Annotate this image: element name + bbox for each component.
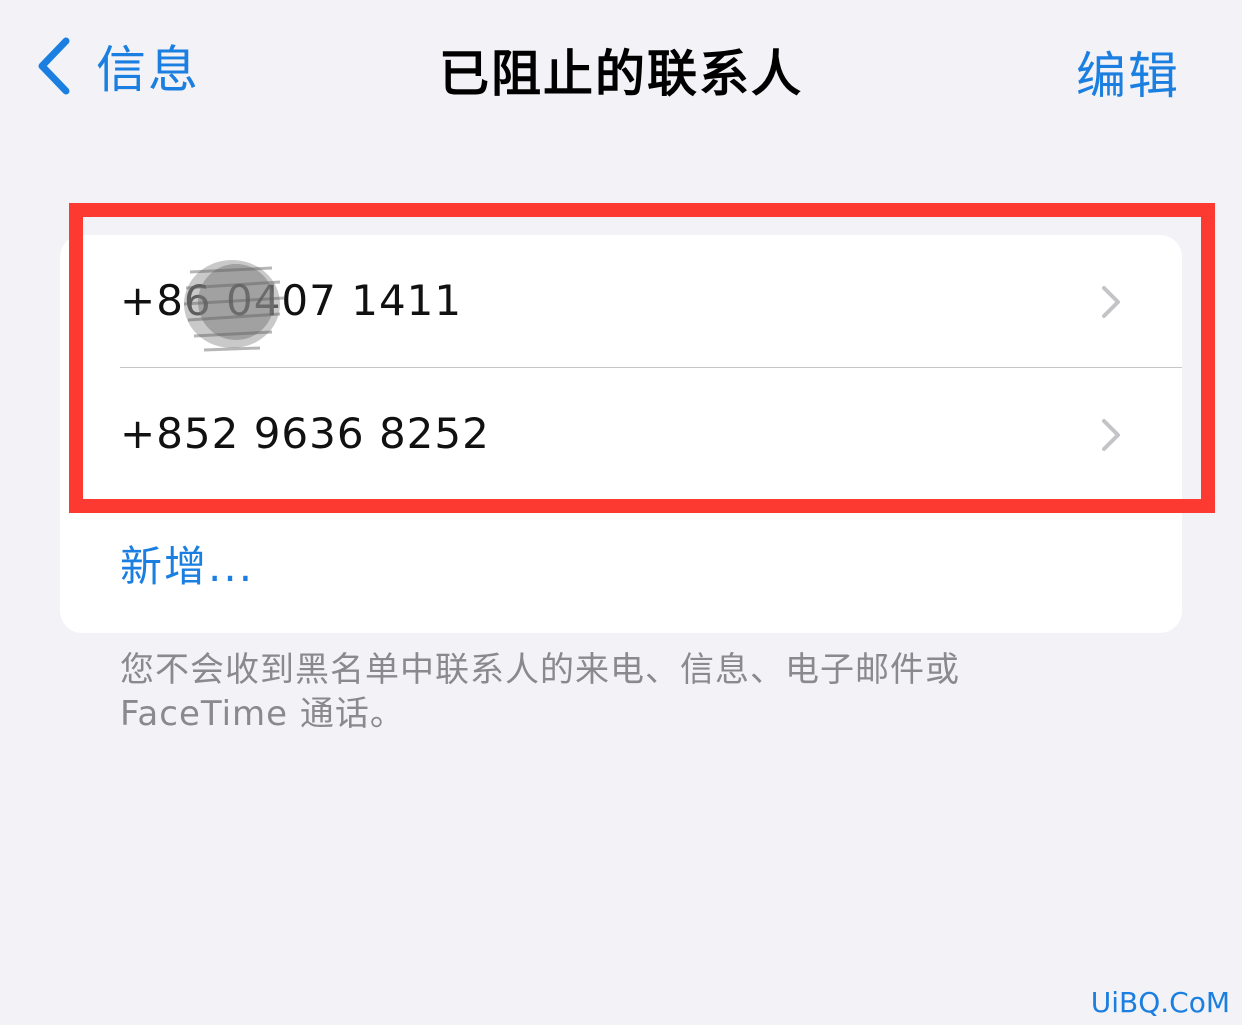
red-highlight-frame: [69, 203, 1215, 513]
page-title: 已阻止的联系人: [439, 45, 803, 103]
add-new-button[interactable]: 新增...: [60, 501, 1182, 633]
watermark: UiBQ.CoM: [1090, 986, 1230, 1019]
footer-note: 您不会收到黑名单中联系人的来电、信息、电子邮件或FaceTime 通话。: [120, 650, 960, 734]
edit-button[interactable]: 编辑: [1076, 36, 1180, 108]
add-new-label: 新增...: [120, 542, 255, 591]
navigation-bar: 信息 已阻止的联系人 编辑: [0, 0, 1242, 130]
